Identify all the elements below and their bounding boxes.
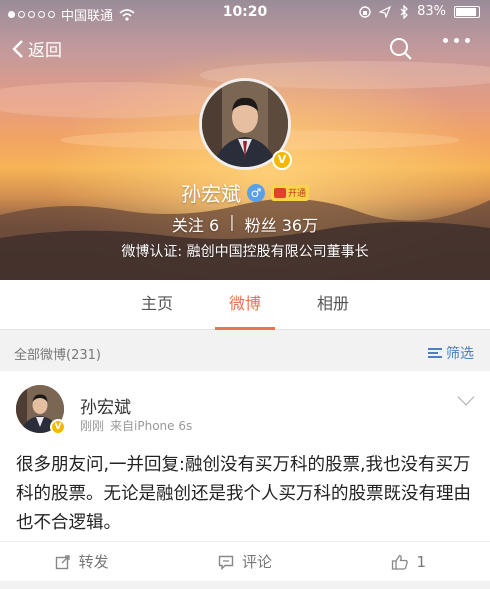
comment-icon	[218, 555, 234, 570]
followers-count: 36万	[281, 216, 319, 235]
filter-icon	[428, 348, 442, 358]
profile-tabs: 主页 微博 相册	[0, 280, 490, 330]
comment-button[interactable]: 评论	[163, 542, 326, 581]
tab-album[interactable]: 相册	[289, 280, 377, 329]
repost-button[interactable]: 转发	[0, 542, 163, 581]
following-label: 关注	[171, 216, 204, 235]
location-icon	[379, 5, 392, 18]
rotation-lock-icon	[359, 5, 371, 18]
post-source: 来自iPhone 6s	[110, 419, 193, 433]
crown-icon	[273, 187, 286, 198]
post-meta: 刚刚 来自iPhone 6s	[80, 417, 192, 434]
repost-label: 转发	[78, 553, 109, 571]
comment-label: 评论	[241, 553, 272, 571]
tab-home[interactable]: 主页	[113, 280, 201, 329]
top-nav: 返回	[0, 30, 490, 70]
weibo-profile-page: 中国联通 10:20 83% 返回 V 孙宏斌 ♂ 开通 关注 6 | 粉丝 3…	[0, 0, 490, 589]
filter-button[interactable]: 筛选	[428, 343, 474, 363]
bluetooth-icon	[400, 4, 409, 19]
like-button[interactable]: 1	[327, 542, 490, 581]
like-count: 1	[416, 552, 427, 571]
post-card: V 孙宏斌 刚刚 来自iPhone 6s 很多朋友问,一并回复:融创没有买万科的…	[0, 371, 490, 581]
back-label: 返回	[28, 41, 62, 61]
tab-weibo[interactable]: 微博	[201, 280, 289, 330]
profile-name: 孙宏斌	[180, 182, 241, 206]
followers-label: 粉丝	[244, 216, 277, 235]
feed-filter-bar: 全部微博(231) 筛选	[0, 331, 490, 371]
profile-name-row: 孙宏斌 ♂ 开通	[0, 178, 490, 207]
more-options-button[interactable]	[443, 38, 470, 43]
chevron-left-icon	[12, 39, 23, 58]
feed-divider	[0, 581, 490, 589]
filter-label: 筛选	[446, 346, 474, 362]
status-icons: 83%	[359, 4, 480, 19]
battery-percent: 83%	[417, 4, 446, 19]
verified-badge-icon: V	[272, 150, 292, 170]
verification-text: 微博认证: 融创中国控股有限公司董事长	[121, 244, 369, 260]
verified-badge-icon: V	[50, 419, 66, 435]
post-body: 很多朋友问,一并回复:融创没有买万科的股票,我也没有买万科的股票。无论是融创还是…	[16, 455, 471, 533]
battery-icon	[454, 5, 480, 18]
follow-stats: 关注 6 | 粉丝 36万	[0, 212, 490, 236]
post-time: 刚刚	[80, 419, 105, 433]
post-author-name[interactable]: 孙宏斌	[80, 393, 131, 418]
followers-stat[interactable]: 粉丝 36万	[245, 212, 318, 236]
following-count: 6	[209, 216, 220, 235]
chevron-down-icon[interactable]	[457, 388, 475, 406]
post-actions: 转发 评论 1	[0, 541, 490, 581]
stat-divider: |	[229, 212, 235, 231]
vip-label: 开通	[287, 189, 306, 199]
repost-icon	[55, 554, 70, 569]
male-gender-icon: ♂	[246, 183, 265, 202]
search-icon[interactable]	[388, 36, 414, 62]
status-bar: 中国联通 10:20 83%	[0, 0, 490, 26]
back-button[interactable]: 返回	[12, 36, 62, 61]
profile-header: 中国联通 10:20 83% 返回 V 孙宏斌 ♂ 开通 关注 6 | 粉丝 3…	[0, 0, 490, 280]
vip-badge[interactable]: 开通	[270, 184, 309, 201]
following-stat[interactable]: 关注 6	[172, 212, 219, 236]
thumbs-up-icon	[391, 554, 408, 570]
all-posts-count: 全部微博(231)	[14, 348, 101, 363]
